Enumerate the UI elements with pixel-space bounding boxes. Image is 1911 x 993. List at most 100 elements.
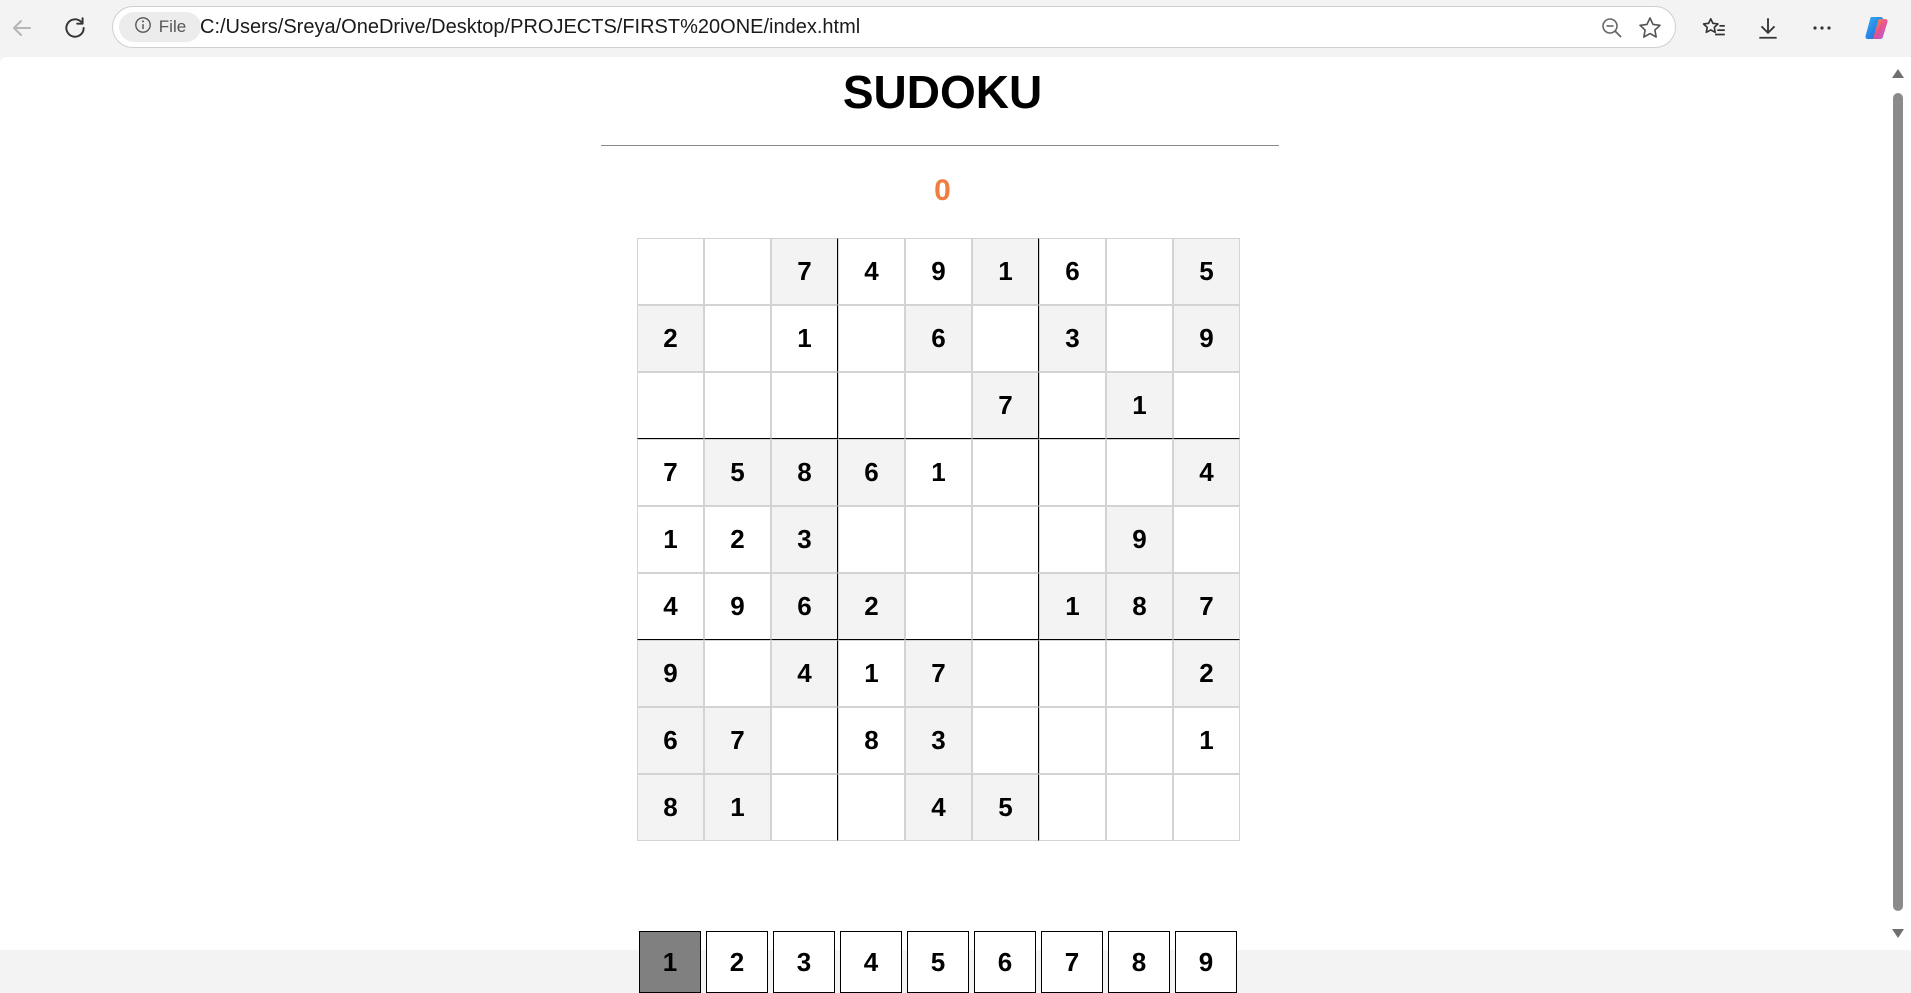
sudoku-cell[interactable] [1039, 506, 1106, 573]
sudoku-cell[interactable]: 7 [905, 640, 972, 707]
sudoku-cell[interactable] [972, 573, 1039, 640]
sudoku-cell[interactable] [972, 707, 1039, 774]
sudoku-cell[interactable]: 2 [704, 506, 771, 573]
sudoku-cell[interactable] [771, 707, 838, 774]
sudoku-cell[interactable] [704, 238, 771, 305]
sudoku-cell[interactable] [1106, 707, 1173, 774]
sudoku-cell[interactable] [1106, 439, 1173, 506]
sudoku-cell[interactable] [1173, 506, 1240, 573]
sudoku-cell[interactable]: 9 [1106, 506, 1173, 573]
sudoku-cell[interactable]: 8 [1106, 573, 1173, 640]
sudoku-cell[interactable] [905, 506, 972, 573]
sudoku-cell[interactable] [972, 640, 1039, 707]
sudoku-cell[interactable]: 9 [1173, 305, 1240, 372]
sudoku-cell[interactable] [1106, 238, 1173, 305]
sudoku-cell[interactable]: 5 [704, 439, 771, 506]
digit-button-6[interactable]: 6 [974, 931, 1036, 993]
sudoku-cell[interactable] [972, 439, 1039, 506]
sudoku-cell[interactable]: 1 [905, 439, 972, 506]
download-icon[interactable] [1750, 10, 1786, 46]
sudoku-cell[interactable]: 1 [637, 506, 704, 573]
digit-button-8[interactable]: 8 [1108, 931, 1170, 993]
sudoku-cell[interactable]: 1 [1039, 573, 1106, 640]
sudoku-cell[interactable]: 6 [905, 305, 972, 372]
sudoku-cell[interactable] [1039, 707, 1106, 774]
sudoku-cell[interactable] [1106, 640, 1173, 707]
sudoku-cell[interactable]: 7 [704, 707, 771, 774]
digit-button-4[interactable]: 4 [840, 931, 902, 993]
digit-button-1[interactable]: 1 [639, 931, 701, 993]
sudoku-cell[interactable]: 9 [637, 640, 704, 707]
more-options-icon[interactable] [1804, 10, 1840, 46]
sudoku-cell[interactable]: 3 [771, 506, 838, 573]
sudoku-cell[interactable]: 2 [637, 305, 704, 372]
sudoku-cell[interactable]: 1 [838, 640, 905, 707]
sudoku-cell[interactable] [972, 305, 1039, 372]
sudoku-cell[interactable]: 4 [771, 640, 838, 707]
scroll-up-arrow-icon[interactable] [1892, 69, 1904, 78]
sudoku-cell[interactable] [1173, 774, 1240, 841]
sudoku-cell[interactable]: 7 [637, 439, 704, 506]
sudoku-cell[interactable]: 3 [905, 707, 972, 774]
sudoku-cell[interactable] [637, 238, 704, 305]
back-arrow-icon[interactable] [4, 10, 40, 46]
sudoku-cell[interactable] [1039, 640, 1106, 707]
sudoku-cell[interactable]: 7 [771, 238, 838, 305]
sudoku-cell[interactable]: 1 [771, 305, 838, 372]
digit-button-2[interactable]: 2 [706, 931, 768, 993]
sudoku-cell[interactable] [704, 640, 771, 707]
digit-button-9[interactable]: 9 [1175, 931, 1237, 993]
sudoku-cell[interactable]: 7 [1173, 573, 1240, 640]
sudoku-cell[interactable] [637, 372, 704, 439]
digit-button-3[interactable]: 3 [773, 931, 835, 993]
favorite-star-icon[interactable] [1635, 13, 1665, 43]
zoom-out-icon[interactable] [1597, 13, 1627, 43]
sudoku-cell[interactable]: 7 [972, 372, 1039, 439]
sudoku-cell[interactable] [771, 774, 838, 841]
sudoku-cell[interactable] [905, 573, 972, 640]
sudoku-cell[interactable] [704, 305, 771, 372]
sudoku-cell[interactable]: 8 [771, 439, 838, 506]
sudoku-cell[interactable] [838, 506, 905, 573]
sudoku-cell[interactable]: 1 [1106, 372, 1173, 439]
site-info-button[interactable]: File [119, 12, 201, 42]
sudoku-cell[interactable]: 6 [838, 439, 905, 506]
digit-button-7[interactable]: 7 [1041, 931, 1103, 993]
digit-button-5[interactable]: 5 [907, 931, 969, 993]
sudoku-cell[interactable]: 1 [1173, 707, 1240, 774]
sudoku-cell[interactable]: 4 [637, 573, 704, 640]
sudoku-cell[interactable]: 4 [905, 774, 972, 841]
sudoku-cell[interactable]: 6 [1039, 238, 1106, 305]
vertical-scrollbar[interactable] [1885, 57, 1911, 950]
refresh-icon[interactable] [57, 10, 93, 46]
sudoku-cell[interactable] [1106, 305, 1173, 372]
sudoku-cell[interactable]: 8 [637, 774, 704, 841]
sudoku-cell[interactable] [1173, 372, 1240, 439]
sudoku-cell[interactable]: 5 [1173, 238, 1240, 305]
sudoku-cell[interactable]: 8 [838, 707, 905, 774]
sudoku-cell[interactable]: 1 [704, 774, 771, 841]
sudoku-cell[interactable] [838, 774, 905, 841]
sudoku-cell[interactable]: 1 [972, 238, 1039, 305]
sudoku-cell[interactable] [1039, 439, 1106, 506]
sudoku-cell[interactable] [972, 506, 1039, 573]
sudoku-cell[interactable] [1039, 774, 1106, 841]
sudoku-cell[interactable]: 2 [1173, 640, 1240, 707]
sudoku-cell[interactable]: 3 [1039, 305, 1106, 372]
sudoku-cell[interactable] [905, 372, 972, 439]
address-bar[interactable]: File C:/Users/Sreya/OneDrive/Desktop/PRO… [112, 6, 1676, 48]
sudoku-cell[interactable]: 2 [838, 573, 905, 640]
sudoku-cell[interactable]: 9 [704, 573, 771, 640]
sudoku-cell[interactable]: 6 [771, 573, 838, 640]
url-text[interactable]: C:/Users/Sreya/OneDrive/Desktop/PROJECTS… [200, 16, 860, 39]
sudoku-cell[interactable]: 5 [972, 774, 1039, 841]
sudoku-cell[interactable] [771, 372, 838, 439]
sudoku-cell[interactable] [1039, 372, 1106, 439]
sudoku-cell[interactable] [704, 372, 771, 439]
sudoku-cell[interactable]: 6 [637, 707, 704, 774]
sudoku-cell[interactable]: 9 [905, 238, 972, 305]
favorites-list-icon[interactable] [1696, 10, 1732, 46]
sudoku-cell[interactable] [1106, 774, 1173, 841]
sudoku-cell[interactable] [838, 372, 905, 439]
scrollbar-thumb[interactable] [1893, 93, 1903, 911]
